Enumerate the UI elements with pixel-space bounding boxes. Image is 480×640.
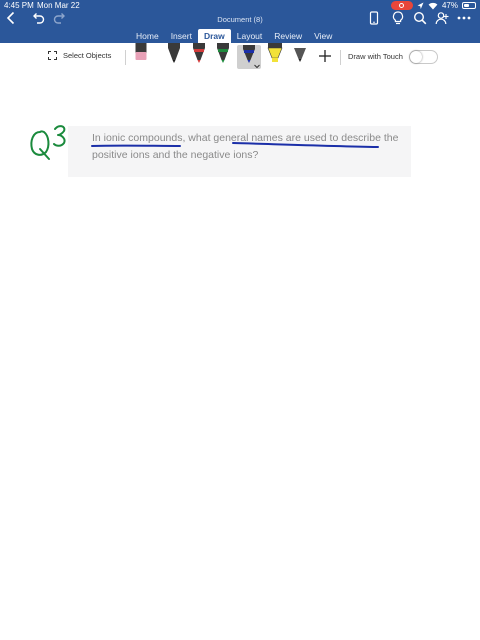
draw-with-touch-toggle[interactable] <box>409 50 438 64</box>
app-header: 4:45 PM Mon Mar 22 47% Document (8) Home… <box>0 0 480 43</box>
add-pen-button[interactable] <box>318 49 332 63</box>
tab-view[interactable]: View <box>308 29 338 43</box>
tab-home[interactable]: Home <box>130 29 165 43</box>
search-icon <box>413 11 427 25</box>
highlighter-icon <box>267 43 283 62</box>
black-pen-icon <box>168 43 180 63</box>
more-dots-icon <box>457 16 471 20</box>
plus-icon <box>319 50 331 62</box>
tell-me-button[interactable] <box>389 9 407 27</box>
lasso-select-icon <box>48 51 57 60</box>
draw-ribbon: Select Objects Draw with Touch <box>0 43 480 73</box>
question-line-2: positive ions and the negative ions? <box>92 149 259 161</box>
tab-insert[interactable]: Insert <box>165 29 198 43</box>
record-icon <box>399 3 405 8</box>
toggle-knob <box>410 51 422 63</box>
question-text: In ionic compounds, what general names a… <box>92 130 412 164</box>
battery-icon <box>462 2 476 9</box>
tab-layout[interactable]: Layout <box>231 29 269 43</box>
more-options-button[interactable] <box>455 9 473 27</box>
phone-view-button[interactable] <box>365 9 383 27</box>
ribbon-tabs: Home Insert Draw Layout Review View <box>130 29 338 43</box>
undo-icon <box>33 13 45 24</box>
select-objects-label: Select Objects <box>63 51 112 60</box>
redo-button[interactable] <box>51 9 69 27</box>
ribbon-divider <box>125 50 126 65</box>
red-pen-icon <box>193 43 205 63</box>
redo-icon <box>53 13 65 24</box>
back-button[interactable] <box>2 9 20 27</box>
select-objects-button[interactable]: Select Objects <box>48 51 111 60</box>
highlighter-tool[interactable] <box>266 43 284 70</box>
ribbon-divider <box>340 50 341 65</box>
share-button[interactable] <box>433 9 451 27</box>
undo-button[interactable] <box>29 9 47 27</box>
eraser-icon <box>135 43 147 60</box>
phone-icon <box>369 11 379 25</box>
document-title: Document (8) <box>217 15 263 24</box>
pencil-icon <box>294 48 306 62</box>
green-pen-tool[interactable] <box>214 43 232 70</box>
eraser-tool[interactable] <box>133 43 151 70</box>
share-person-icon <box>435 12 449 25</box>
blue-pen-tool[interactable] <box>237 45 261 69</box>
lightbulb-icon <box>392 11 404 25</box>
status-bar: 4:45 PM Mon Mar 22 47% <box>0 0 480 12</box>
question-line-1: In ionic compounds, what general names a… <box>92 132 399 144</box>
black-pen-tool[interactable] <box>165 43 183 70</box>
red-pen-tool[interactable] <box>190 43 208 70</box>
search-button[interactable] <box>411 9 429 27</box>
pencil-tool[interactable] <box>291 43 309 70</box>
tab-draw[interactable]: Draw <box>197 29 231 43</box>
green-pen-icon <box>217 43 229 63</box>
tab-review[interactable]: Review <box>268 29 308 43</box>
chevron-left-icon <box>6 11 15 25</box>
blue-pen-icon <box>243 45 260 69</box>
draw-with-touch-label: Draw with Touch <box>348 52 403 61</box>
